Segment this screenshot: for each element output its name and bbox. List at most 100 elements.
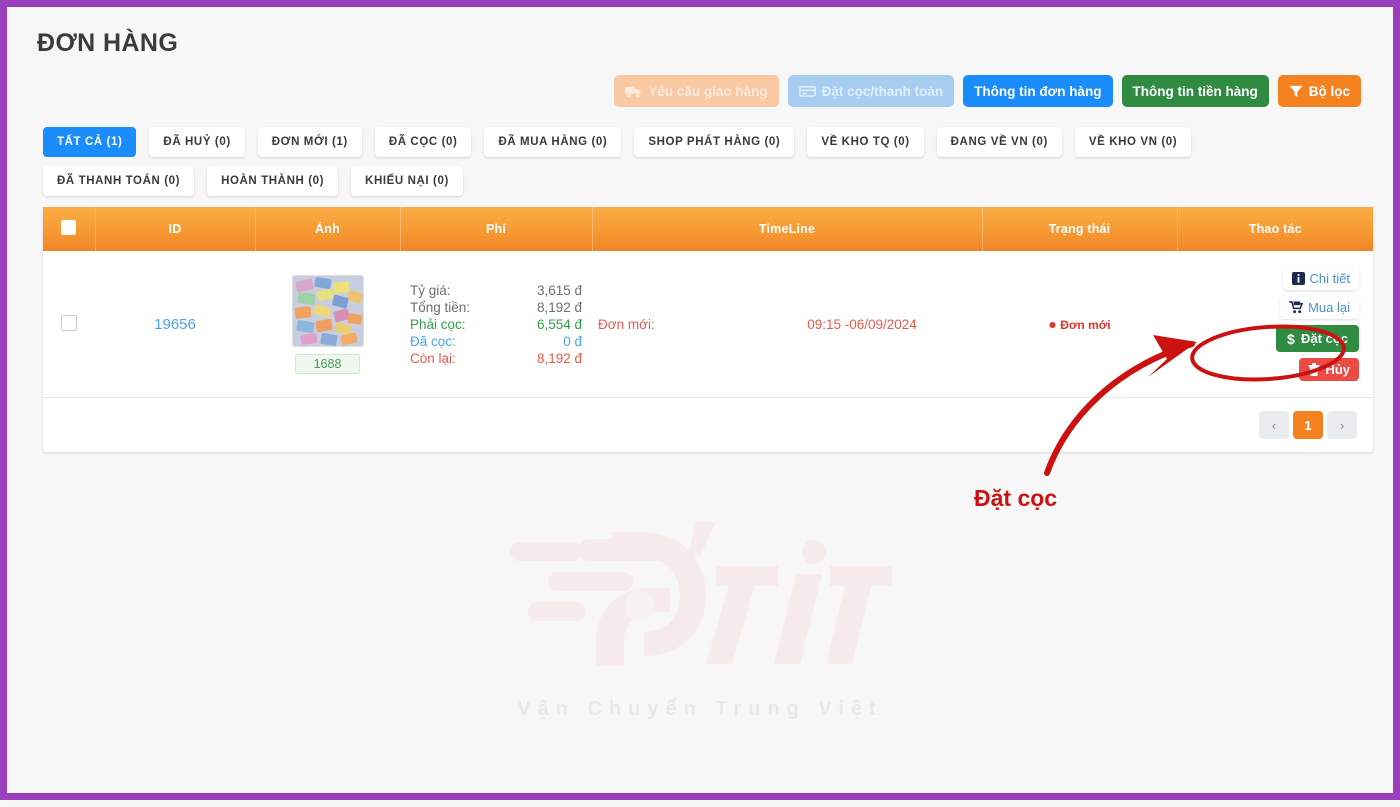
tab-don-moi[interactable]: ĐƠN MỚI (1) <box>257 127 362 157</box>
tab-ve-kho-tq[interactable]: VỀ KHO TQ (0) <box>807 127 924 157</box>
rebuy-button[interactable]: Mua lại <box>1280 296 1359 319</box>
timeline-label: Đơn mới: <box>598 316 655 332</box>
tab-label: ĐÃ MUA HÀNG <box>498 136 588 148</box>
credit-card-icon <box>798 85 816 98</box>
table-header-row: ID Ảnh Phí TimeLine Trạng thái Thao tác <box>43 207 1373 251</box>
row-select-cell <box>43 251 95 398</box>
row-checkbox[interactable] <box>61 314 77 331</box>
fee-label: Còn lại: <box>410 350 456 366</box>
tab-count: (0) <box>164 175 181 187</box>
filter-button[interactable]: Bộ lọc <box>1277 75 1361 107</box>
status-badge: ● Đơn mới <box>1048 316 1111 332</box>
row-status-cell: ● Đơn mới <box>982 251 1177 398</box>
watermark: Vận Chuyển Trung Việt <box>7 487 1393 747</box>
row-actions-cell: Chi tiết Mua lại $ Đặt cọc Hủy <box>1177 251 1373 398</box>
request-delivery-label: Yêu cầu giao hàng <box>648 83 768 99</box>
tab-da-coc[interactable]: ĐÃ CỌC (0) <box>374 127 472 157</box>
pagination-page-1[interactable]: 1 <box>1293 411 1323 439</box>
detail-label: Chi tiết <box>1309 271 1350 286</box>
tab-tat-ca[interactable]: TẤT CẢ (1) <box>43 127 137 157</box>
tab-count: (1) <box>331 136 348 148</box>
deposit-button[interactable]: $ Đặt cọc <box>1276 325 1359 352</box>
orders-table: ID Ảnh Phí TimeLine Trạng thái Thao tác … <box>43 207 1373 398</box>
top-action-bar: Yêu cầu giao hàng Đặt cọc/thanh toán Thô… <box>614 75 1361 107</box>
header-anh: Ảnh <box>255 207 401 251</box>
fee-label: Tỷ giá: <box>410 282 451 298</box>
timeline-entry: Đơn mới: 09:15 -06/09/2024 <box>598 317 976 332</box>
deposit-payment-button[interactable]: Đặt cọc/thanh toán <box>787 75 955 107</box>
dollar-icon: $ <box>1287 332 1296 346</box>
tab-count: (0) <box>214 136 231 148</box>
tab-count: (0) <box>441 136 458 148</box>
tab-count: (0) <box>433 175 449 187</box>
fee-row-da-coc: Đã cọc: 0 đ <box>406 333 586 350</box>
tab-count: (0) <box>1032 136 1048 148</box>
watermark-tagline: Vận Chuyển Trung Việt <box>517 697 883 720</box>
tab-da-mua-hang[interactable]: ĐÃ MUA HÀNG (0) <box>484 127 622 157</box>
ptite-logo-icon <box>510 521 892 666</box>
fee-label: Đã cọc: <box>410 333 456 349</box>
row-action-buttons: Chi tiết Mua lại $ Đặt cọc Hủy <box>1183 267 1367 381</box>
annotation-label: Đặt cọc <box>974 485 1058 511</box>
header-select-all <box>43 207 96 251</box>
trash-icon <box>1308 363 1320 376</box>
order-id-link[interactable]: 19656 <box>154 316 196 333</box>
svg-text:$: $ <box>1287 332 1295 346</box>
orders-table-head: ID Ảnh Phí TimeLine Trạng thái Thao tác <box>43 207 1373 251</box>
tab-shop-phat-hang[interactable]: SHOP PHÁT HÀNG (0) <box>634 127 795 157</box>
status-tabs: TẤT CẢ (1) ĐÃ HUỶ (0) ĐƠN MỚI (1) ĐÃ CỌC… <box>43 127 1223 196</box>
header-phi: Phí <box>400 207 593 251</box>
pagination-row: ‹ 1 › <box>43 398 1373 452</box>
order-info-label: Thông tin đơn hàng <box>974 83 1102 99</box>
cart-icon <box>1289 301 1304 314</box>
tab-hoan-thanh[interactable]: HOÀN THÀNH (0) <box>207 166 339 196</box>
tab-label: ĐƠN MỚI <box>271 136 329 148</box>
request-delivery-button[interactable]: Yêu cầu giao hàng <box>614 75 779 107</box>
fee-value: 3,615 đ <box>536 282 582 298</box>
deposit-payment-label: Đặt cọc/thanh toán <box>821 83 944 99</box>
thumbnail-wrapper: 1688 <box>261 274 394 374</box>
fee-breakdown: Tỷ giá: 3,615 đ Tổng tiền: 8,192 đ Phải … <box>406 282 586 367</box>
tab-ve-kho-vn[interactable]: VỀ KHO VN (0) <box>1074 127 1192 157</box>
product-thumbnail[interactable] <box>291 274 364 347</box>
product-image <box>292 275 363 346</box>
row-image-cell: 1688 <box>255 251 400 398</box>
filter-label: Bộ lọc <box>1308 83 1350 99</box>
timeline-time: 09:15 -06/09/2024 <box>807 316 917 332</box>
select-all-checkbox[interactable] <box>61 220 77 235</box>
header-thao-tac: Thao tác <box>1177 207 1373 251</box>
tab-label: ĐANG VỀ VN <box>950 136 1029 148</box>
page-title: ĐƠN HÀNG <box>37 29 179 57</box>
tab-khieu-nai[interactable]: KHIẾU NẠI (0) <box>351 166 463 196</box>
filter-icon <box>1289 85 1303 98</box>
tab-count: (0) <box>764 136 781 148</box>
tab-da-huy[interactable]: ĐÃ HUỶ (0) <box>149 127 245 157</box>
fee-value: 6,554 đ <box>536 316 582 332</box>
tab-dang-ve-vn[interactable]: ĐANG VỀ VN (0) <box>936 127 1062 157</box>
detail-button[interactable]: Chi tiết <box>1282 267 1359 290</box>
pagination-next[interactable]: › <box>1327 411 1357 439</box>
goods-money-info-button[interactable]: Thông tin tiền hàng <box>1121 75 1269 107</box>
row-id-cell: 19656 <box>95 251 255 398</box>
truck-icon <box>625 85 642 98</box>
tab-label: HOÀN THÀNH <box>221 175 305 187</box>
tab-count: (0) <box>1161 136 1178 148</box>
tab-label: ĐÃ HUỶ <box>163 136 212 148</box>
cancel-order-button[interactable]: Hủy <box>1299 358 1359 381</box>
tab-count: (0) <box>893 136 910 148</box>
status-label: Đơn mới <box>1060 318 1111 332</box>
tab-da-thanh-toan[interactable]: ĐÃ THANH TOÁN (0) <box>43 166 195 196</box>
tab-label: TẤT CẢ <box>57 136 103 148</box>
order-info-button[interactable]: Thông tin đơn hàng <box>963 75 1113 107</box>
pagination-prev[interactable]: ‹ <box>1259 411 1289 439</box>
fee-label: Tổng tiền: <box>410 299 471 315</box>
header-timeline: TimeLine <box>592 207 983 251</box>
info-icon <box>1291 272 1305 285</box>
tab-count: (0) <box>308 175 325 187</box>
fee-row-ty-gia: Tỷ giá: 3,615 đ <box>406 282 586 299</box>
fee-row-tong-tien: Tổng tiền: 8,192 đ <box>406 299 586 316</box>
orders-card: ID Ảnh Phí TimeLine Trạng thái Thao tác … <box>43 207 1373 452</box>
watermark-logo-row <box>500 514 900 694</box>
header-trang-thai: Trạng thái <box>982 207 1178 251</box>
tab-label: ĐÃ CỌC <box>388 136 438 148</box>
